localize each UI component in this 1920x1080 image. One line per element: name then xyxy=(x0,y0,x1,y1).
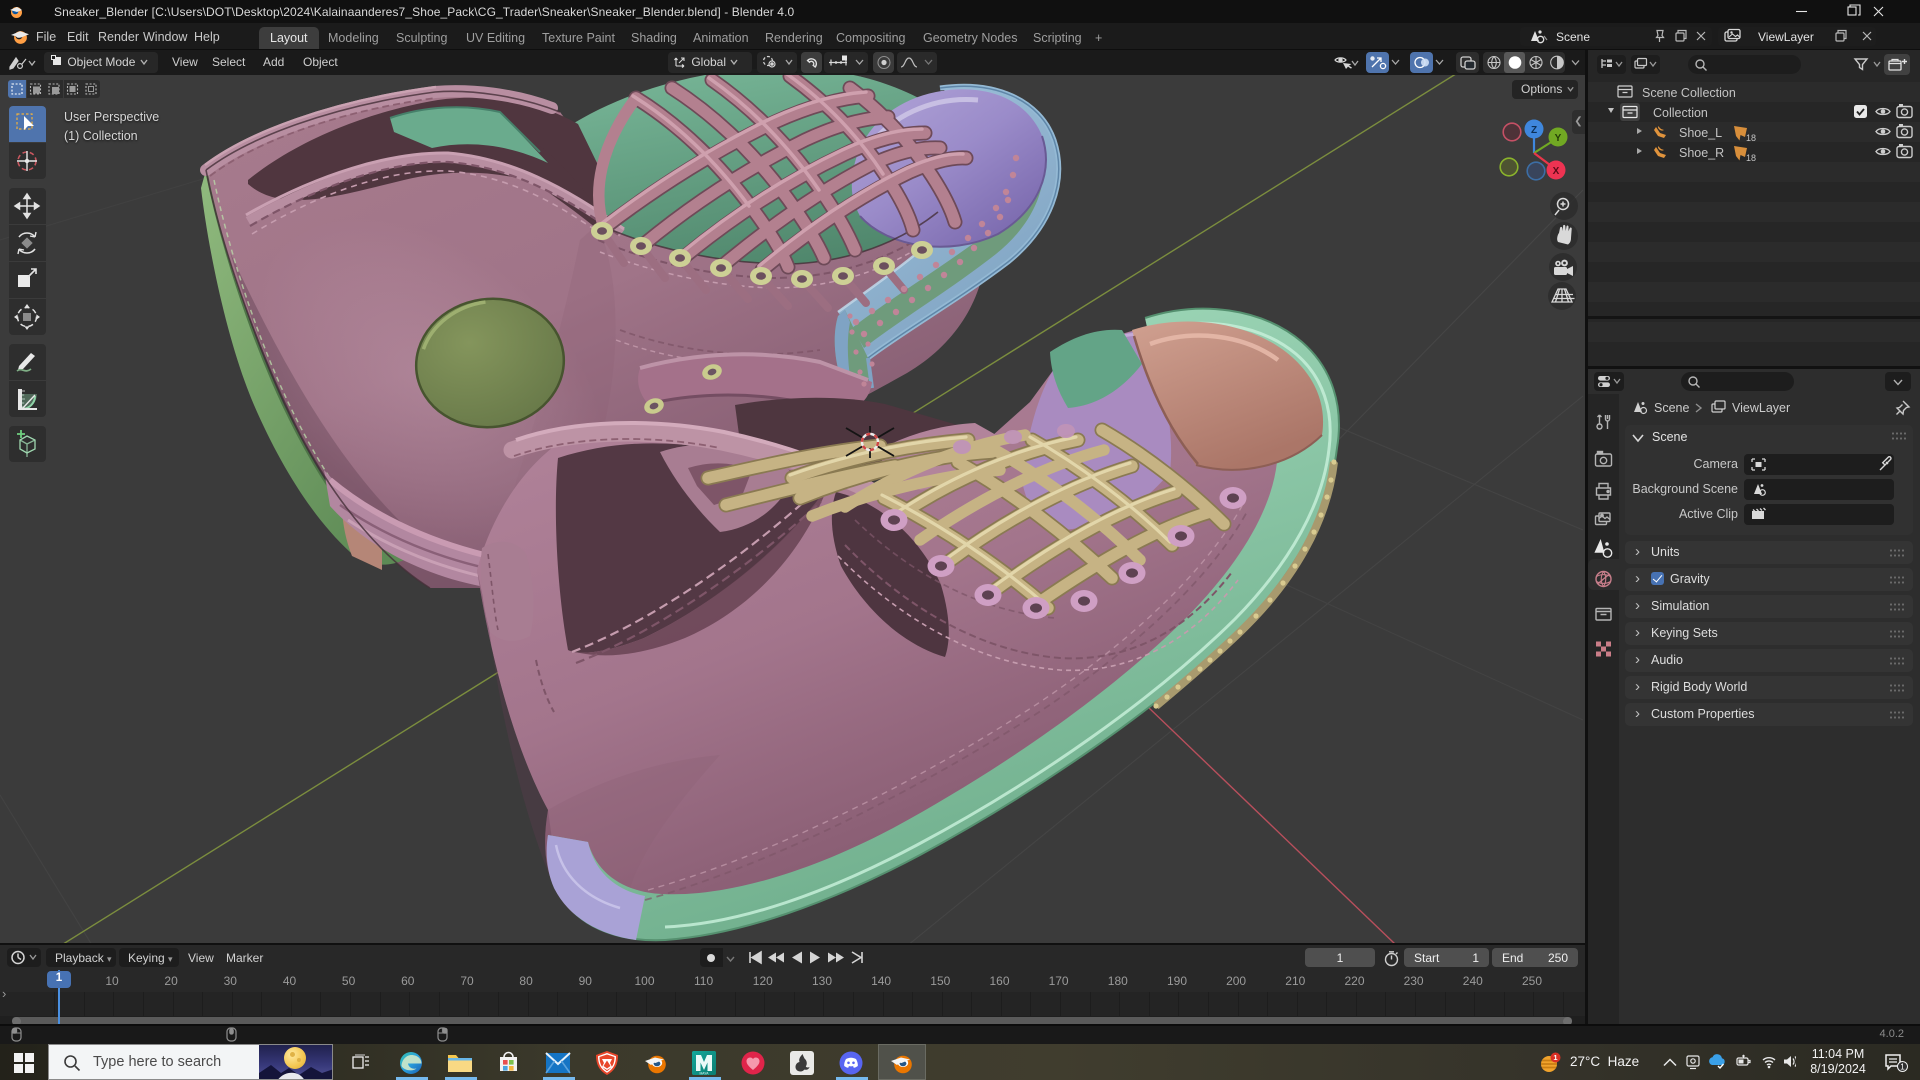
svg-text:ViewLayer: ViewLayer xyxy=(1732,401,1790,415)
svg-text:Shoe_L: Shoe_L xyxy=(1679,126,1722,140)
svg-text:Z: Z xyxy=(1531,125,1537,136)
svg-text:18: 18 xyxy=(1746,153,1756,163)
svg-text:MAYA: MAYA xyxy=(699,1072,709,1076)
svg-text:Scene Collection: Scene Collection xyxy=(1642,86,1736,100)
svg-text:X: X xyxy=(1553,166,1560,177)
svg-text:Scene: Scene xyxy=(1654,401,1689,415)
svg-text:Shoe_R: Shoe_R xyxy=(1679,146,1724,160)
svg-text:1: 1 xyxy=(1900,1062,1905,1071)
svg-text:18: 18 xyxy=(1746,133,1756,143)
svg-text:Y: Y xyxy=(1555,133,1562,144)
svg-text:Collection: Collection xyxy=(1653,106,1708,120)
svg-text:1: 1 xyxy=(1553,1053,1557,1062)
